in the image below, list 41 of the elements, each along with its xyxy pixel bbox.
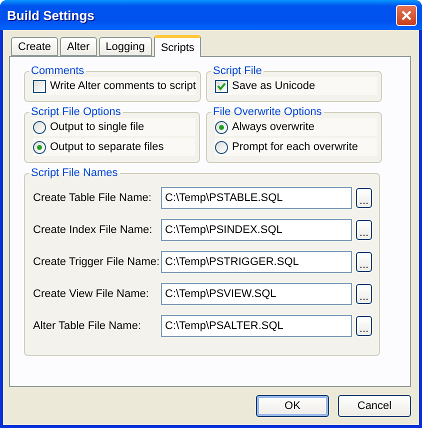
checkbox[interactable] [33,80,46,92]
tab[interactable]: Create [11,37,58,56]
field-label: Alter Table File Name: [33,320,142,332]
radio-button[interactable] [33,120,46,134]
group-title: Script File Names [30,167,119,179]
file-path-field[interactable]: C:\Temp\PSALTER.SQL [161,315,352,337]
radio-button[interactable] [215,140,228,154]
field-label: Create Table File Name: [33,192,152,204]
group-title: Script File Options [30,106,122,118]
option-label: Output to single file [50,121,144,133]
cancel-button[interactable]: Cancel [338,395,411,417]
field-label: Create View File Name: [33,288,150,300]
option-label: Prompt for each overwrite [232,141,358,153]
close-icon [401,10,412,20]
file-path-field[interactable]: C:\Temp\PSINDEX.SQL [161,219,352,241]
file-path-field[interactable]: C:\Temp\PSTRIGGER.SQL [161,251,352,273]
tab[interactable]: Scripts [154,35,202,57]
tab[interactable]: Alter [60,37,97,56]
option-label: Output to separate files [50,141,164,153]
field-label: Create Index File Name: [33,224,154,236]
group-title: Script File [212,65,263,77]
browse-button[interactable]: ... [356,284,372,304]
browse-button[interactable]: ... [356,220,372,240]
file-path-field[interactable]: C:\Temp\PSVIEW.SQL [161,283,352,305]
option-label: Save as Unicode [232,80,316,92]
browse-button[interactable]: ... [356,316,372,336]
ok-button[interactable]: OK [256,395,329,417]
option-label: Write Alter comments to script [50,80,196,92]
browse-button[interactable]: ... [356,188,372,208]
checkbox[interactable] [215,80,228,92]
radio-button[interactable] [215,120,228,134]
tab[interactable]: Logging [98,37,152,56]
option-label: Always overwrite [232,121,315,133]
field-label: Create Trigger File Name: [33,256,161,268]
radio-button[interactable] [33,140,46,154]
window-title: Build Settings [7,8,94,22]
browse-button[interactable]: ... [356,252,372,272]
group-title: Comments [30,65,86,77]
close-button[interactable] [396,4,417,26]
group-title: File Overwrite Options [212,106,323,118]
file-path-field[interactable]: C:\Temp\PSTABLE.SQL [161,187,352,209]
